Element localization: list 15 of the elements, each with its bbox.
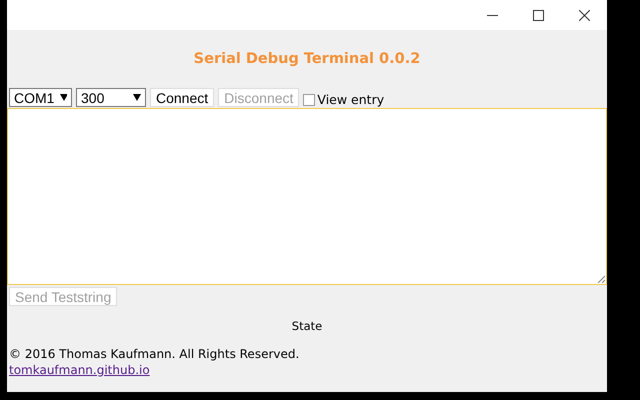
caret-icon — [60, 94, 67, 101]
baud-dropdown[interactable]: 300 — [76, 88, 146, 107]
state-label: State — [290, 319, 324, 333]
minimize-icon — [486, 14, 498, 16]
website-link[interactable]: tomkaufmann.github.io — [9, 363, 150, 377]
resize-grip-icon — [597, 275, 605, 283]
copyright-text: © 2016 Thomas Kaufmann. All Rights Reserved. — [9, 347, 300, 361]
view-entry-label: View entry — [317, 92, 384, 107]
view-entry-checkbox[interactable] — [303, 94, 316, 106]
close-icon — [578, 10, 590, 20]
toolbar-button[interactable]: Connect — [150, 88, 214, 107]
maximize-icon — [532, 10, 544, 20]
port-dropdown[interactable]: COM1 — [9, 88, 72, 107]
app-title: Serial Debug Terminal 0.0.2 — [194, 50, 420, 66]
caret-icon — [133, 94, 141, 101]
